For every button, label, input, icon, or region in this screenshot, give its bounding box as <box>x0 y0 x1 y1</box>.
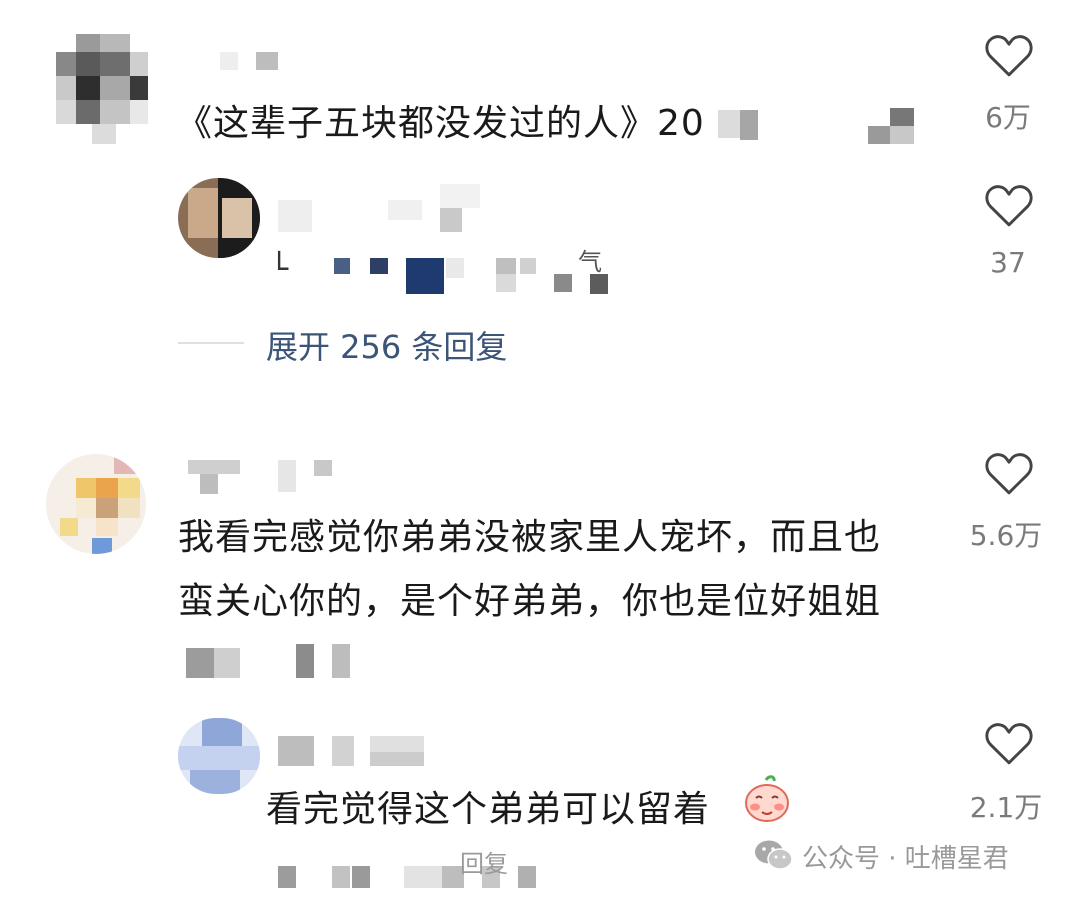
commenter-avatar[interactable] <box>56 34 148 144</box>
censor-block <box>740 110 758 140</box>
censor-block <box>314 460 332 476</box>
censor-block <box>370 752 424 766</box>
censor-block <box>278 460 296 492</box>
reply-text-fragment: 气 <box>578 248 602 276</box>
censor-block <box>278 736 314 766</box>
censor-block <box>332 866 350 888</box>
comment-text: 《这辈子五块都没发过的人》20 <box>176 103 705 144</box>
censor-block <box>214 648 240 678</box>
censor-block <box>186 648 214 678</box>
like-count: 5.6万 <box>969 519 1043 552</box>
censor-block <box>296 644 314 678</box>
censor-block <box>278 866 296 888</box>
comment-text: 看完觉得这个弟弟可以留着 <box>266 789 711 830</box>
censor-block <box>404 866 442 888</box>
watermark-text: 公众号 · 吐槽星君 <box>802 844 1009 874</box>
censor-block <box>388 200 422 220</box>
pig-blush-emoji-icon <box>745 775 789 822</box>
commenter-avatar[interactable] <box>46 454 146 554</box>
commenter-name[interactable] <box>220 52 280 74</box>
comment-3: 我看完感觉你弟弟没被家里人宠坏，而且也 蛮关心你的，是个好弟弟，你也是位好姐姐 … <box>0 440 1080 710</box>
censor-block <box>352 866 370 888</box>
reply-avatar[interactable] <box>178 178 260 258</box>
censor-block <box>590 274 608 294</box>
censor-block <box>554 274 572 292</box>
comment-text-line1: 我看完感觉你弟弟没被家里人宠坏，而且也 <box>178 517 882 558</box>
like-count: 6万 <box>985 101 1031 134</box>
censor-block <box>890 126 914 144</box>
censor-block <box>278 200 312 232</box>
like-heart-icon[interactable] <box>984 450 1034 496</box>
censor-block <box>496 274 516 292</box>
like-heart-icon[interactable] <box>984 32 1034 78</box>
like-heart-icon[interactable] <box>984 182 1034 228</box>
comment-1: 《这辈子五块都没发过的人》20 6万 <box>0 0 1080 160</box>
censor-block <box>332 644 350 678</box>
censor-block <box>406 258 444 294</box>
like-count: 2.1万 <box>969 791 1043 824</box>
censored-reply-text: └ <box>270 252 289 287</box>
censor-block <box>718 110 740 138</box>
watermark: 公众号 · 吐槽星君 <box>754 836 1054 876</box>
like-count: 37 <box>990 246 1026 279</box>
like-heart-icon[interactable] <box>984 720 1034 766</box>
reply-avatar[interactable] <box>178 718 260 794</box>
comment-2: └ 气 37 展开 256 条回复 <box>0 160 1080 390</box>
censor-block <box>334 258 350 274</box>
censor-block <box>370 258 388 274</box>
censor-block <box>496 258 516 274</box>
reply-button-fragment[interactable]: 回复 <box>460 844 508 879</box>
expand-divider <box>178 342 244 344</box>
wechat-icon <box>755 840 793 870</box>
censor-block <box>440 184 480 208</box>
expand-replies-link[interactable]: 展开 256 条回复 <box>266 322 507 368</box>
censor-block <box>446 258 464 278</box>
censor-block <box>188 460 240 474</box>
comment-text-line2: 蛮关心你的，是个好弟弟，你也是位好姐姐 <box>178 581 882 622</box>
censor-block <box>440 208 462 232</box>
censor-block <box>890 108 914 126</box>
censor-block <box>200 474 218 494</box>
censor-block <box>518 866 536 888</box>
censor-block <box>332 736 354 766</box>
censor-block <box>868 126 890 144</box>
censor-block <box>520 258 536 274</box>
censor-block <box>370 736 424 752</box>
